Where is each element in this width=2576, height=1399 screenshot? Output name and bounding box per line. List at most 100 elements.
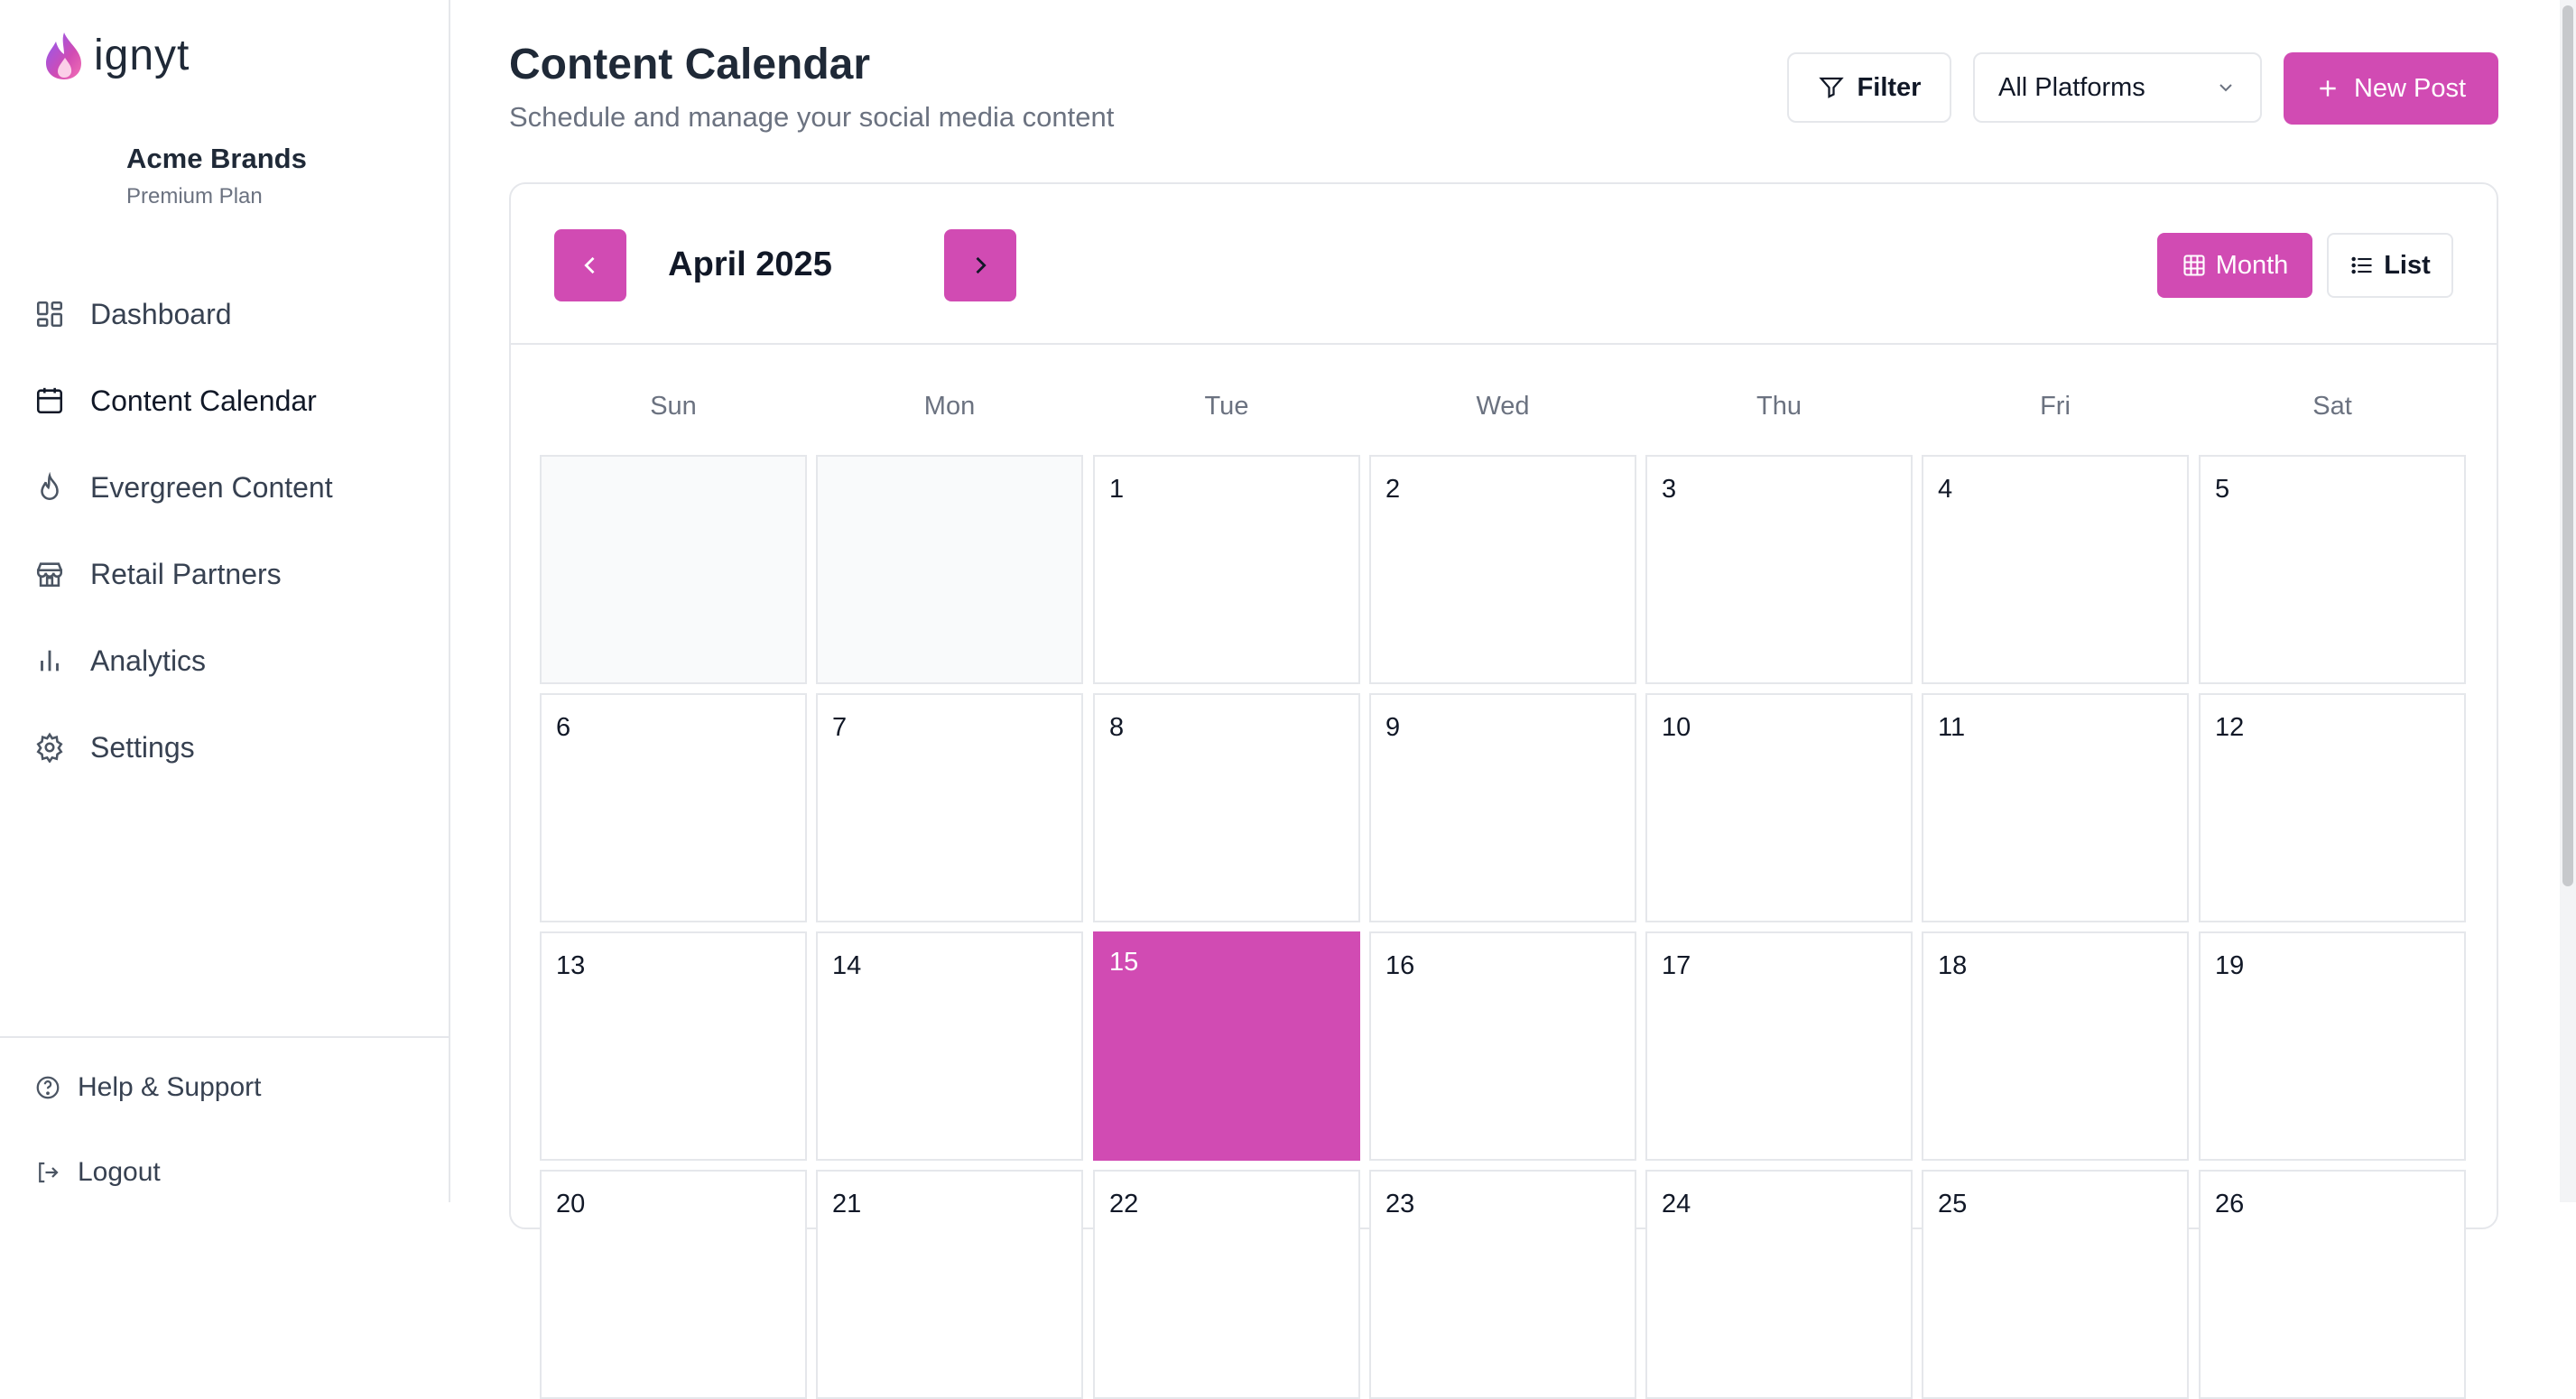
flame-icon bbox=[32, 470, 67, 505]
calendar-day[interactable]: 1 bbox=[1093, 455, 1360, 684]
calendar-day[interactable]: 12 bbox=[2199, 693, 2466, 922]
day-number: 24 bbox=[1662, 1190, 1691, 1218]
calendar-day[interactable]: 24 bbox=[1645, 1170, 1913, 1399]
gear-icon bbox=[32, 730, 67, 764]
calendar-day[interactable]: 23 bbox=[1369, 1170, 1636, 1399]
sidebar-item-label: Content Calendar bbox=[90, 384, 317, 417]
calendar-day[interactable]: 17 bbox=[1645, 931, 1913, 1161]
next-month-button[interactable] bbox=[944, 229, 1016, 301]
account-plan: Premium Plan bbox=[126, 184, 263, 208]
day-number: 17 bbox=[1662, 951, 1691, 980]
sidebar-item-label: Settings bbox=[90, 730, 195, 764]
day-number: 6 bbox=[556, 713, 571, 742]
dashboard-icon bbox=[32, 297, 67, 331]
flame-logo-icon bbox=[46, 32, 81, 79]
calendar-day[interactable]: 10 bbox=[1645, 693, 1913, 922]
calendar-day-empty bbox=[816, 455, 1083, 684]
filter-icon bbox=[1818, 74, 1845, 101]
weekday-header: Thu bbox=[1756, 392, 1802, 421]
sidebar: ignyt Acme Brands Premium Plan Dashboard… bbox=[0, 0, 450, 1202]
weekday-header: Tue bbox=[1204, 392, 1249, 421]
calendar-day[interactable]: 19 bbox=[2199, 931, 2466, 1161]
calendar-day[interactable]: 16 bbox=[1369, 931, 1636, 1161]
sidebar-nav: Dashboard Content Calendar Evergreen Con… bbox=[0, 271, 449, 791]
day-number: 20 bbox=[556, 1190, 586, 1218]
calendar-toolbar: April 2025 Month List bbox=[511, 184, 2497, 345]
calendar-day[interactable]: 18 bbox=[1922, 931, 2189, 1161]
page-title: Content Calendar bbox=[509, 41, 871, 88]
month-view-label: Month bbox=[2215, 250, 2289, 280]
calendar-day[interactable]: 5 bbox=[2199, 455, 2466, 684]
page-scrollbar[interactable] bbox=[2560, 0, 2576, 1202]
calendar-card: April 2025 Month List Sun Mon Tue Wed Th… bbox=[509, 182, 2498, 1399]
account-name: Acme Brands bbox=[126, 143, 307, 174]
calendar-day[interactable]: 21 bbox=[816, 1170, 1083, 1399]
day-number: 9 bbox=[1385, 713, 1401, 742]
day-number: 23 bbox=[1385, 1190, 1415, 1218]
page-subtitle: Schedule and manage your social media co… bbox=[509, 101, 1115, 133]
grid-icon bbox=[2182, 253, 2207, 278]
current-month-label: April 2025 bbox=[668, 246, 832, 283]
calendar-day[interactable]: 25 bbox=[1922, 1170, 2189, 1399]
scrollbar-thumb[interactable] bbox=[2562, 5, 2573, 886]
logout-label: Logout bbox=[78, 1157, 161, 1187]
calendar-day[interactable]: 7 bbox=[816, 693, 1083, 922]
sidebar-item-retail-partners[interactable]: Retail Partners bbox=[0, 531, 449, 617]
day-number: 13 bbox=[556, 951, 586, 980]
day-number: 4 bbox=[1938, 475, 1953, 504]
calendar-day[interactable]: 26 bbox=[2199, 1170, 2466, 1399]
logout-icon bbox=[32, 1157, 63, 1188]
sidebar-item-analytics[interactable]: Analytics bbox=[0, 617, 449, 704]
day-number: 21 bbox=[832, 1190, 862, 1218]
filter-button[interactable]: Filter bbox=[1787, 52, 1951, 123]
new-post-label: New Post bbox=[2353, 73, 2467, 103]
sidebar-item-evergreen-content[interactable]: Evergreen Content bbox=[0, 444, 449, 531]
day-number: 5 bbox=[2215, 475, 2230, 504]
chevron-down-icon bbox=[2215, 77, 2237, 98]
store-icon bbox=[32, 557, 67, 591]
sidebar-item-settings[interactable]: Settings bbox=[0, 704, 449, 791]
day-number: 18 bbox=[1938, 951, 1968, 980]
calendar-day-today[interactable]: 15 bbox=[1093, 931, 1360, 1161]
weekday-header: Sat bbox=[2312, 392, 2352, 421]
platform-select-value: All Platforms bbox=[1998, 72, 2145, 102]
sidebar-item-label: Analytics bbox=[90, 644, 207, 677]
brand-logo[interactable]: ignyt bbox=[42, 31, 190, 81]
calendar-day[interactable]: 4 bbox=[1922, 455, 2189, 684]
month-view-button[interactable]: Month bbox=[2157, 233, 2312, 298]
chevron-left-icon bbox=[584, 256, 595, 274]
platform-select[interactable]: All Platforms bbox=[1973, 52, 2262, 123]
bar-chart-icon bbox=[32, 644, 67, 678]
day-number: 15 bbox=[1109, 948, 1139, 977]
day-number: 7 bbox=[832, 713, 848, 742]
calendar-day[interactable]: 3 bbox=[1645, 455, 1913, 684]
sidebar-item-label: Retail Partners bbox=[90, 557, 282, 590]
help-support-link[interactable]: Help & Support bbox=[0, 1072, 261, 1103]
logout-button[interactable]: Logout bbox=[0, 1157, 161, 1188]
calendar-day[interactable]: 8 bbox=[1093, 693, 1360, 922]
day-number: 14 bbox=[832, 951, 862, 980]
list-view-label: List bbox=[2384, 250, 2431, 280]
sidebar-item-content-calendar[interactable]: Content Calendar bbox=[0, 357, 449, 444]
day-number: 11 bbox=[1938, 713, 1966, 742]
day-number: 26 bbox=[2215, 1190, 2245, 1218]
calendar-day[interactable]: 14 bbox=[816, 931, 1083, 1161]
day-number: 16 bbox=[1385, 951, 1415, 980]
calendar-day[interactable]: 22 bbox=[1093, 1170, 1360, 1399]
calendar-day[interactable]: 9 bbox=[1369, 693, 1636, 922]
calendar-day[interactable]: 13 bbox=[540, 931, 807, 1161]
calendar-day[interactable]: 11 bbox=[1922, 693, 2189, 922]
plus-icon bbox=[2316, 77, 2340, 100]
calendar-day[interactable]: 6 bbox=[540, 693, 807, 922]
weekday-header: Sun bbox=[650, 392, 697, 421]
prev-month-button[interactable] bbox=[554, 229, 626, 301]
day-number: 12 bbox=[2215, 713, 2245, 742]
new-post-button[interactable]: New Post bbox=[2284, 52, 2498, 125]
calendar-day[interactable]: 20 bbox=[540, 1170, 807, 1399]
day-number: 25 bbox=[1938, 1190, 1968, 1218]
help-support-label: Help & Support bbox=[78, 1072, 262, 1102]
calendar-day[interactable]: 2 bbox=[1369, 455, 1636, 684]
sidebar-footer: Help & Support Logout bbox=[0, 1036, 449, 1187]
sidebar-item-dashboard[interactable]: Dashboard bbox=[0, 271, 449, 357]
list-view-button[interactable]: List bbox=[2327, 233, 2453, 298]
